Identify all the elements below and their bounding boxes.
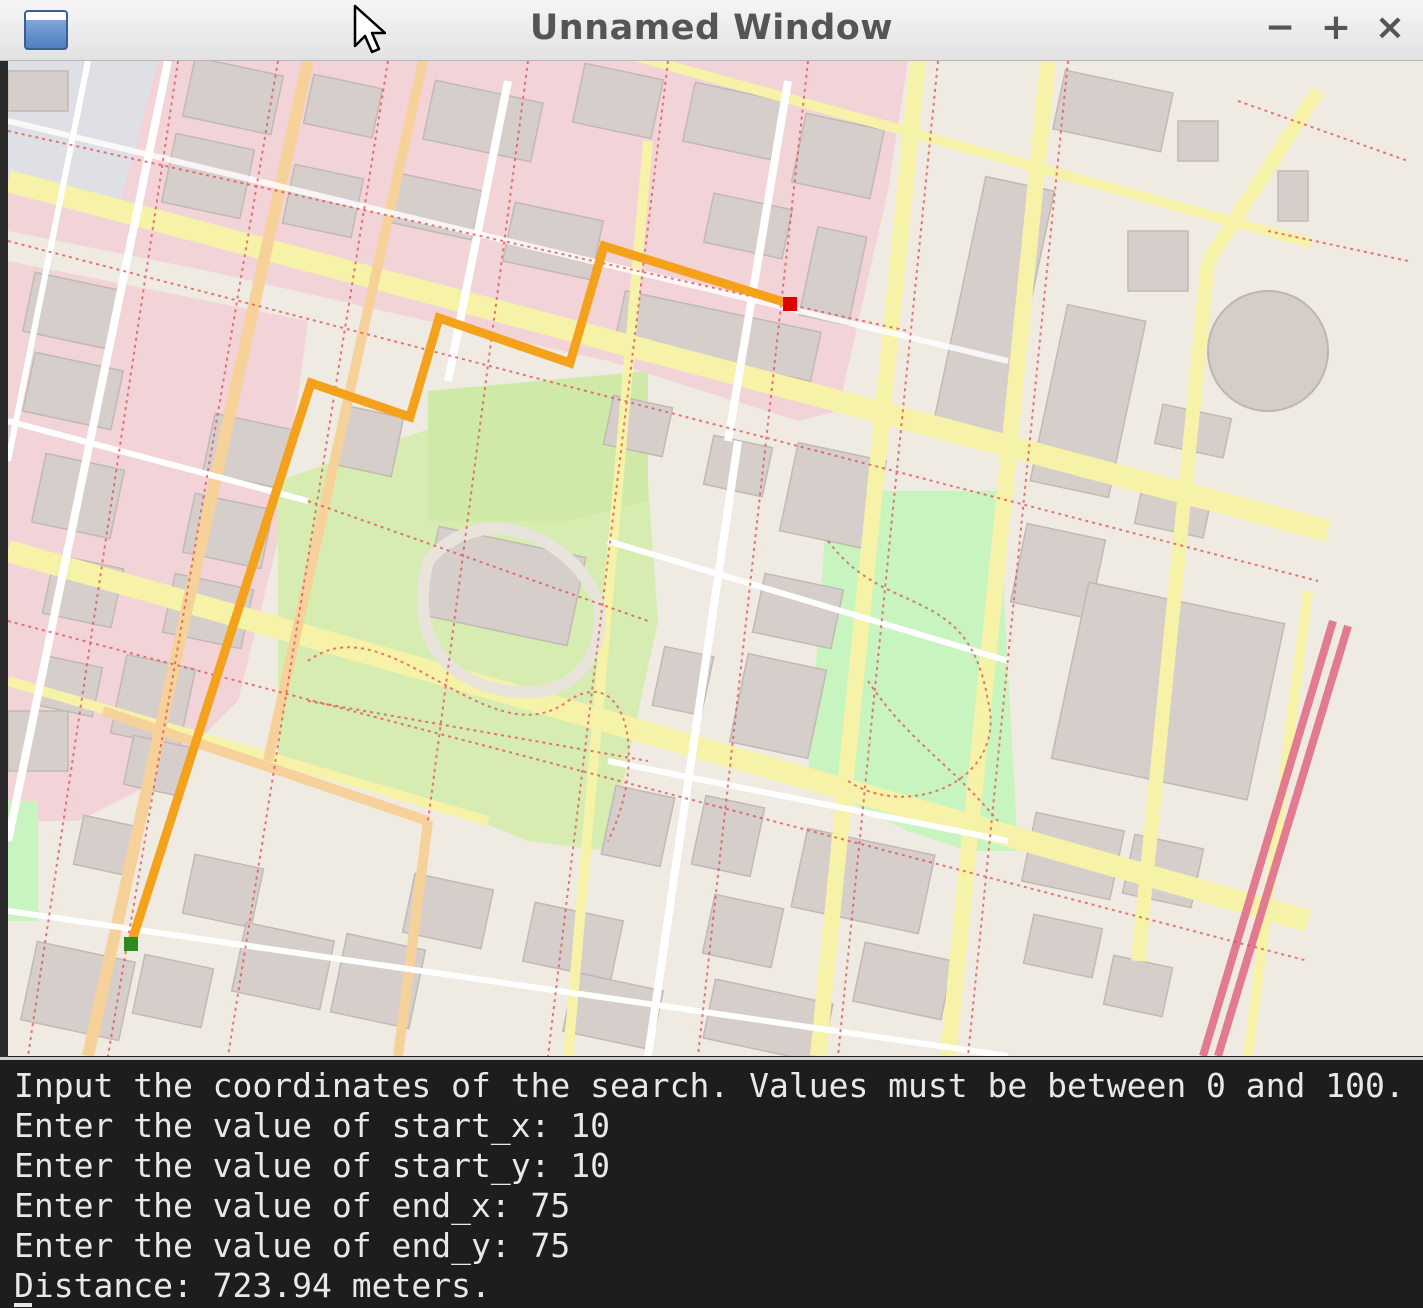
console-line-end-x: Enter the value of end_x: 75 — [14, 1186, 571, 1225]
console-line-start-y: Enter the value of start_y: 10 — [14, 1146, 611, 1185]
close-button[interactable]: × — [1370, 8, 1410, 48]
application-window: Unnamed Window − + × Input the coordinat… — [0, 0, 1423, 1308]
maximize-button[interactable]: + — [1316, 8, 1356, 48]
window-title: Unnamed Window — [529, 8, 894, 48]
terminal-output[interactable]: Input the coordinates of the search. Val… — [0, 1057, 1423, 1308]
window-left-border — [0, 61, 8, 1057]
console-line-distance: Distance: 723.94 meters. — [14, 1266, 491, 1305]
title-bar[interactable]: Unnamed Window − + × — [0, 0, 1423, 61]
route-start-marker — [124, 937, 138, 951]
map-canvas[interactable] — [8, 61, 1423, 1056]
mouse-pointer-icon — [353, 4, 386, 54]
console-line-start-x: Enter the value of start_x: 10 — [14, 1106, 611, 1145]
console-line-end-y: Enter the value of end_y: 75 — [14, 1226, 571, 1265]
minimize-button[interactable]: − — [1260, 8, 1300, 48]
terminal-cursor — [14, 1303, 32, 1307]
console-line-prompt: Input the coordinates of the search. Val… — [14, 1066, 1405, 1105]
route-end-marker — [783, 297, 797, 311]
map-view[interactable] — [8, 61, 1423, 1056]
